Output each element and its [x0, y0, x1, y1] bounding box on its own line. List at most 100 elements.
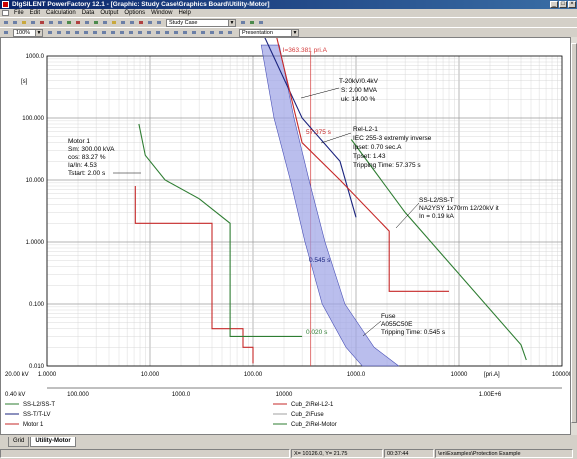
menu-options[interactable]: Options — [121, 9, 148, 17]
motor-name: Motor 1 — [68, 138, 90, 145]
main-toolbar: Study Case ▼ — [0, 17, 577, 27]
x-tick-label: 10000 — [276, 392, 293, 398]
menu-window[interactable]: Window — [148, 9, 175, 17]
line-icon[interactable] — [91, 29, 99, 36]
zoom-select[interactable]: 100% ▼ — [13, 28, 43, 37]
calc-icon[interactable] — [248, 19, 256, 26]
new-icon[interactable] — [2, 19, 10, 26]
print-icon[interactable] — [29, 19, 37, 26]
relay-tripping-time: Tripping Time: 57.375 s — [353, 162, 421, 169]
motor-time-label: 0.020 s — [306, 329, 328, 336]
tab-grid[interactable]: Grid — [8, 437, 30, 447]
series-line-5[interactable] — [138, 123, 303, 337]
relay-time-label: 57.375 s — [306, 129, 332, 136]
study-case-select[interactable]: Study Case ▼ — [166, 18, 236, 27]
freeze-icon[interactable] — [2, 29, 10, 36]
motor-rating: Sm: 300.00 kVA — [68, 146, 115, 153]
status-bar: X= 10126.0, Y= 21.75 00:37:44 \en\Exampl… — [0, 448, 577, 459]
x-axis-voltage-04kv: 0.40 kV — [5, 392, 25, 398]
zoom-in-icon[interactable] — [46, 29, 54, 36]
x-tick-label: 100.00 — [244, 372, 263, 378]
layers-icon[interactable] — [118, 29, 126, 36]
minimize-icon[interactable]: _ — [550, 1, 558, 8]
layer-mode-select[interactable]: Presentation ▼ — [239, 28, 299, 37]
menu-output[interactable]: Output — [97, 9, 121, 17]
relay-characteristic: IEC 255-3 extremly inverse — [353, 135, 432, 142]
open-icon[interactable] — [11, 19, 19, 26]
print-preview-icon[interactable] — [172, 29, 180, 36]
series-line-0[interactable] — [350, 139, 527, 361]
relay-name: Rel-L2-1 — [353, 126, 378, 133]
simulation-icon[interactable] — [92, 19, 100, 26]
save-icon[interactable] — [20, 19, 28, 26]
menu-file[interactable]: File — [11, 9, 27, 17]
document-icon[interactable] — [2, 10, 9, 16]
menu-help[interactable]: Help — [175, 9, 193, 17]
label-icon[interactable] — [226, 29, 234, 36]
graph-icon[interactable] — [128, 19, 136, 26]
options-icon[interactable] — [146, 19, 154, 26]
cable-name: SS-L2/SS-T — [419, 197, 454, 204]
motor-ia-in: Ia/In: 4.53 — [68, 162, 97, 169]
graphic-toolbar: 100% ▼ Presentation ▼ — [0, 27, 577, 37]
fuse-tripping-time: Tripping Time: 0.545 s — [381, 329, 446, 336]
select-icon[interactable] — [73, 29, 81, 36]
relay-ipset: Ipset: 0.70 sec.A — [353, 144, 402, 151]
window-title: DIgSILENT PowerFactory 12.1 - [Graphic: … — [12, 1, 270, 8]
pan-icon[interactable] — [64, 29, 72, 36]
transformer-rating: S: 2.00 MVA — [341, 87, 378, 94]
text-icon[interactable] — [82, 29, 90, 36]
x-tick-label: 100.000 — [67, 392, 89, 398]
motor-annotation[interactable]: Motor 1 Sm: 300.00 kVA cos: 83.27 % Ia/I… — [68, 138, 141, 177]
menu-data[interactable]: Data — [79, 9, 98, 17]
scrollbar-thumb[interactable] — [571, 43, 577, 423]
study-case-value: Study Case — [169, 19, 198, 26]
x-tick-label: 1000.0 — [172, 392, 191, 398]
chevron-down-icon[interactable]: ▼ — [228, 19, 235, 26]
maximize-icon[interactable]: □ — [559, 1, 567, 8]
zoom-value: 100% — [16, 29, 31, 36]
edit-icon[interactable] — [119, 19, 127, 26]
tab-utility-motor[interactable]: Utility-Motor — [30, 437, 76, 447]
color-icon[interactable] — [109, 29, 117, 36]
paste-icon[interactable] — [56, 19, 64, 26]
menu-edit[interactable]: Edit — [27, 9, 43, 17]
data-manager-icon[interactable] — [101, 19, 109, 26]
fuse-name: Fuse — [381, 313, 396, 320]
legend: SS-L2/SS-T Cub_2\Rel-L2-1 SS-T/T-LV Cub_… — [5, 402, 337, 428]
legend-label: Cub_2\Rel-L2-1 — [291, 402, 334, 408]
page-setup-icon[interactable] — [181, 29, 189, 36]
align-icon[interactable] — [136, 29, 144, 36]
refresh-icon[interactable] — [190, 29, 198, 36]
redo-icon[interactable] — [154, 29, 162, 36]
help-icon[interactable] — [257, 19, 265, 26]
zoom-icon[interactable] — [155, 19, 163, 26]
zoom-out-icon[interactable] — [55, 29, 63, 36]
undo-icon[interactable] — [145, 29, 153, 36]
graphics-canvas[interactable]: I=363.381 pri.A [s] 1000.0 100.000 10.00… — [0, 37, 573, 435]
report-icon[interactable] — [110, 19, 118, 26]
harmonics-icon[interactable] — [83, 19, 91, 26]
cut-icon[interactable] — [38, 19, 46, 26]
layer-mode-value: Presentation — [242, 29, 273, 36]
activate-icon[interactable] — [239, 19, 247, 26]
menu-calculation[interactable]: Calculation — [43, 9, 79, 17]
properties-icon[interactable] — [199, 29, 207, 36]
vertical-scrollbar[interactable] — [571, 37, 577, 435]
time-overcurrent-plot[interactable]: I=363.381 pri.A [s] 1000.0 100.000 10.00… — [1, 37, 573, 434]
load-flow-icon[interactable] — [65, 19, 73, 26]
stop-icon[interactable] — [137, 19, 145, 26]
rectangle-icon[interactable] — [100, 29, 108, 36]
chevron-down-icon[interactable]: ▼ — [35, 29, 42, 36]
curve-icon[interactable] — [217, 29, 225, 36]
scale-icon[interactable] — [208, 29, 216, 36]
close-icon[interactable]: × — [568, 1, 576, 8]
export-icon[interactable] — [163, 29, 171, 36]
page-tabs: Grid Utility-Motor — [0, 435, 577, 447]
legend-label: Cub_2\Rel-Motor — [291, 422, 337, 428]
copy-icon[interactable] — [47, 19, 55, 26]
app-icon — [2, 1, 9, 8]
short-circuit-icon[interactable] — [74, 19, 82, 26]
chevron-down-icon[interactable]: ▼ — [291, 29, 298, 36]
grid-icon[interactable] — [127, 29, 135, 36]
